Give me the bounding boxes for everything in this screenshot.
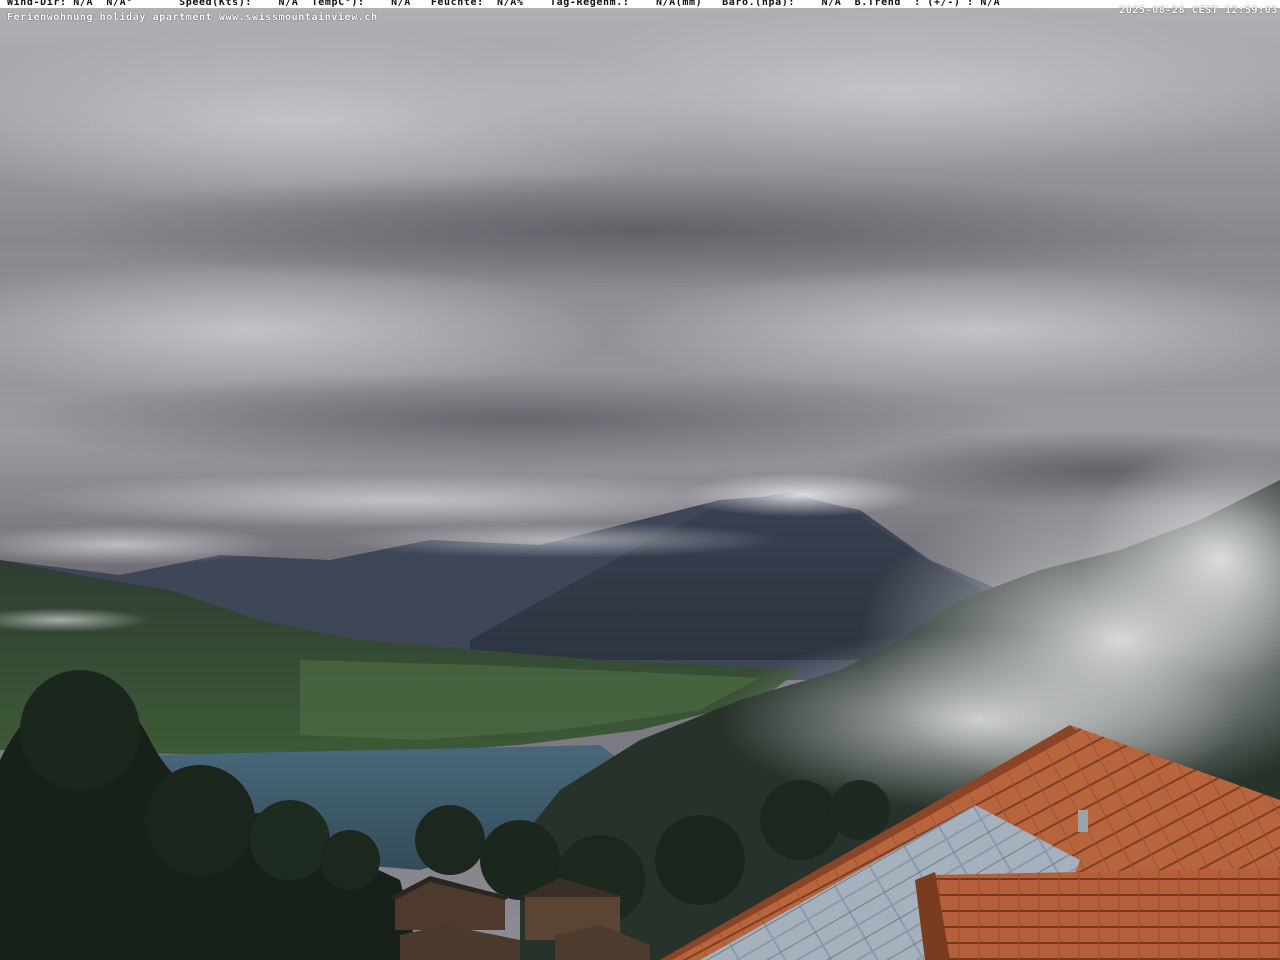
speed-value: N/A	[278, 0, 299, 8]
wind-dir-value: N/A	[73, 0, 94, 8]
timestamp: 2025-08-28 CEST 12:59:03	[1119, 5, 1278, 16]
caption: Ferienwohnung holiday apartment www.swis…	[7, 12, 378, 23]
rain-label: Tag-Regenm.:	[550, 0, 630, 8]
temp-value: N/A	[391, 0, 411, 8]
speed-label: Speed(Kts):	[179, 0, 252, 8]
trend-label: B.Trend	[854, 0, 901, 8]
baro-label: Baro.(hpa):	[722, 0, 795, 8]
wind-dir-label: Wind-Dir:	[7, 0, 67, 8]
humidity-label: Feuchte:	[430, 0, 484, 8]
humidity-value: N/A%	[497, 0, 524, 8]
temp-label: TempC°):	[311, 0, 365, 8]
weather-readout: Wind-Dir: N/A N/A° Speed(Kts): N/A TempC…	[7, 0, 1000, 8]
rain-value: N/A(mm)	[655, 0, 703, 8]
wind-deg-value: N/A°	[106, 0, 133, 8]
trend-value: : (+/-) : N/A	[914, 0, 1001, 8]
webcam-landscape-image	[0, 0, 1280, 960]
baro-value: N/A	[821, 0, 842, 8]
